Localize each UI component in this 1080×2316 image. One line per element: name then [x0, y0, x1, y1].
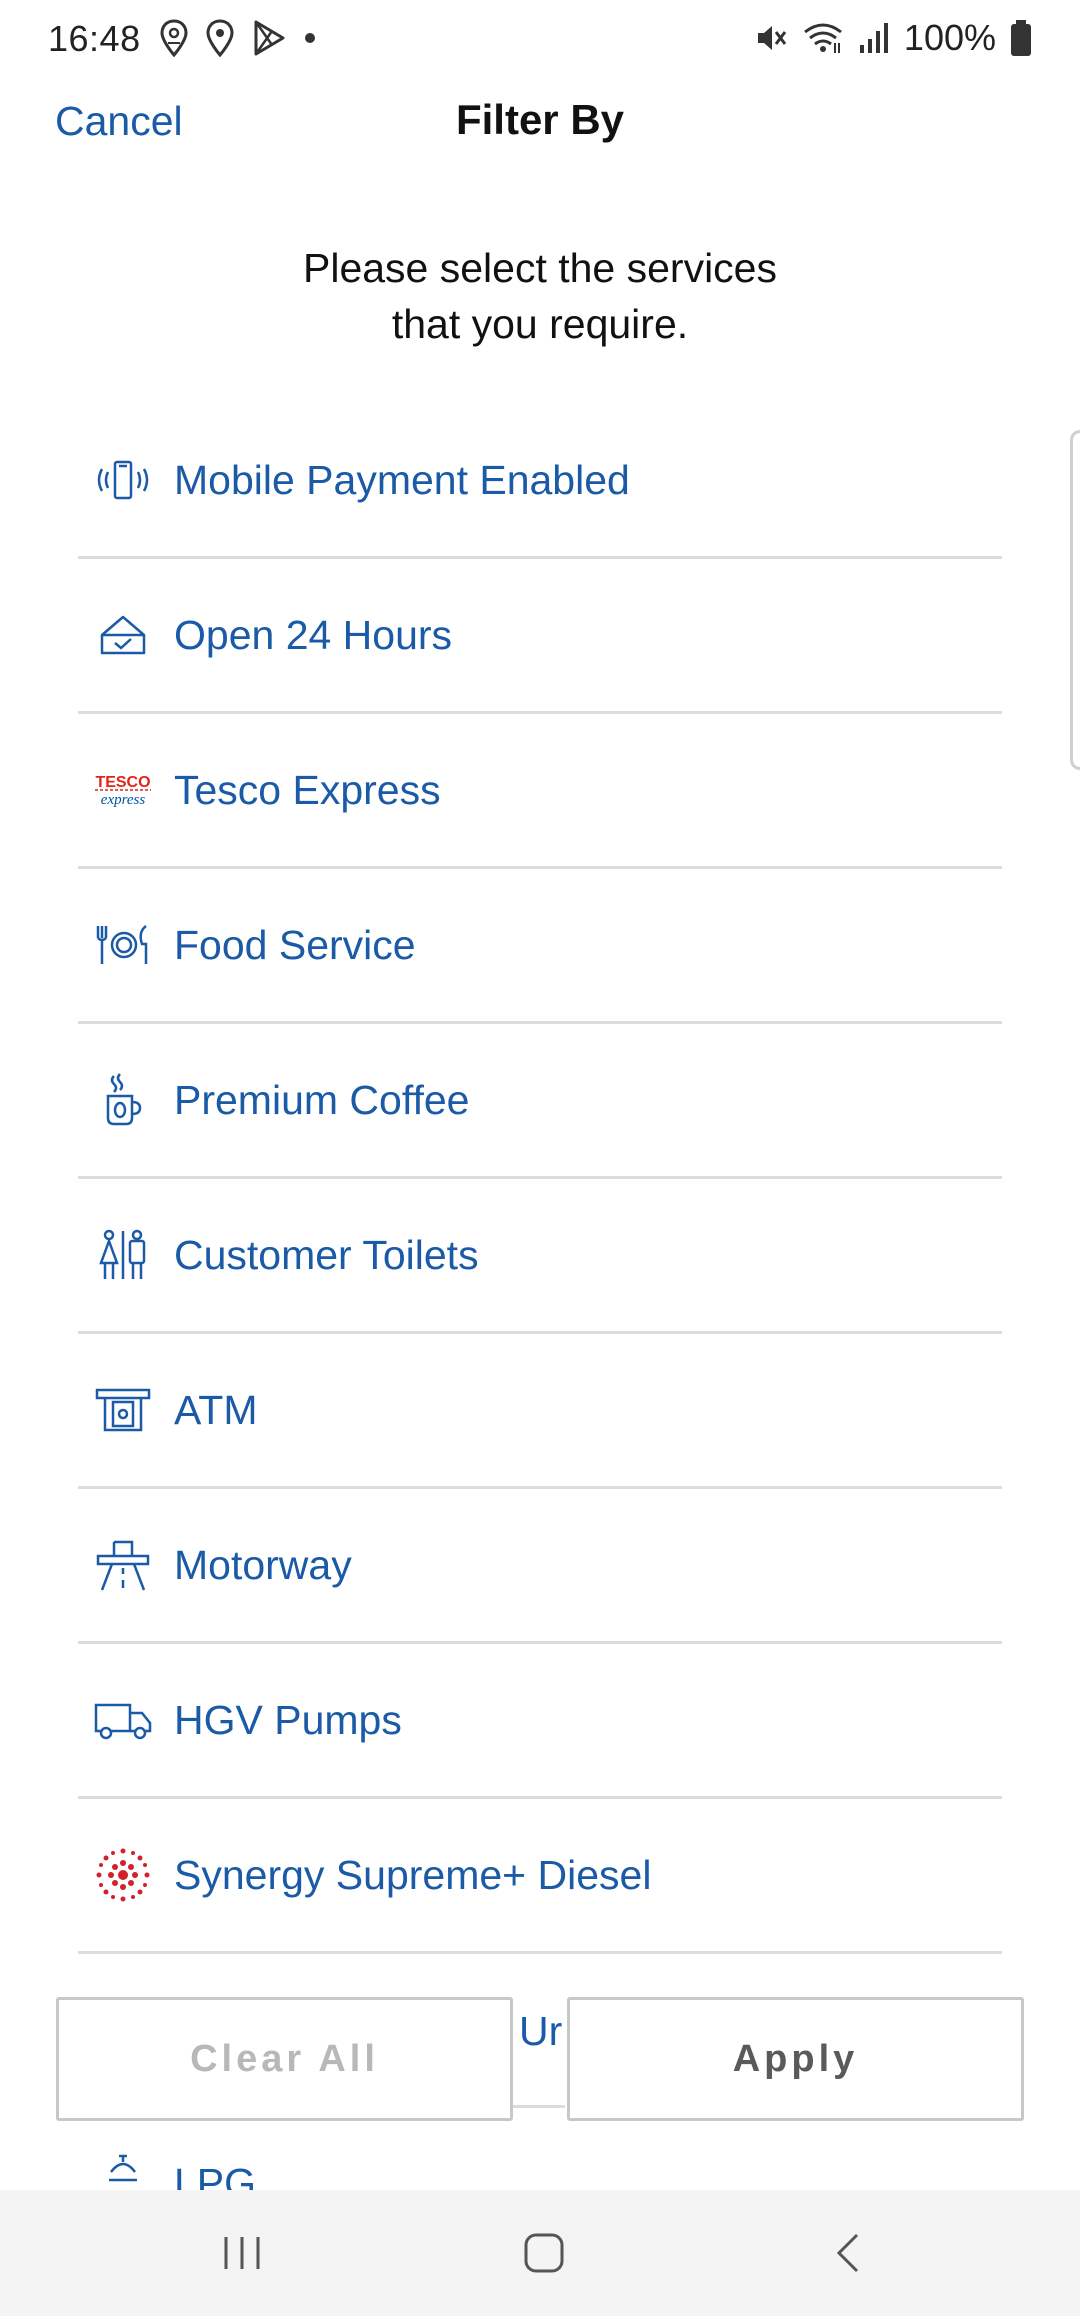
food-service-icon [90, 915, 156, 975]
filter-screen: 16:48 100% Cancel Filter By Please selec… [0, 0, 1080, 2316]
service-item-motorway[interactable]: Motorway [78, 1489, 1002, 1644]
service-label: LPG [174, 2160, 257, 2190]
clear-all-button[interactable]: Clear All [56, 1997, 513, 2121]
back-button[interactable] [808, 2220, 888, 2286]
service-label: Motorway [174, 1541, 352, 1588]
wifi-icon [804, 23, 842, 53]
service-item-open-24-hours[interactable]: Open 24 Hours [78, 559, 1002, 714]
system-nav-bar [0, 2190, 1080, 2316]
dot-icon [305, 33, 315, 43]
home-button[interactable] [504, 2220, 584, 2286]
service-item-premium-coffee[interactable]: Premium Coffee [78, 1024, 1002, 1179]
recent-apps-button[interactable] [202, 2220, 282, 2286]
open-24-hours-icon [90, 605, 156, 665]
status-bar: 16:48 100% [0, 0, 1080, 76]
apply-button[interactable]: Apply [567, 1997, 1024, 2121]
instructions-text: Please select the services that you requ… [200, 240, 880, 352]
truck-icon [90, 1690, 156, 1750]
service-item-lpg[interactable]: LPG [78, 2152, 478, 2190]
page-title: Filter By [455, 96, 625, 143]
service-item-synergy-supreme-diesel[interactable]: Synergy Supreme+ Diesel [78, 1799, 1002, 1954]
service-label: HGV Pumps [174, 1696, 402, 1743]
service-label: Tesco Express [174, 766, 441, 813]
scroll-indicator[interactable] [1070, 430, 1080, 770]
battery-percent: 100% [903, 17, 996, 58]
service-label: Food Service [174, 921, 416, 968]
home-icon [524, 2233, 564, 2273]
svg-text:TESCO: TESCO [95, 774, 150, 791]
service-list: Mobile Payment Enabled Open 24 Hours TES… [78, 404, 1002, 1954]
header: Cancel Filter By [0, 80, 1080, 170]
service-item-mobile-payment[interactable]: Mobile Payment Enabled [78, 404, 1002, 559]
coffee-icon [90, 1070, 156, 1130]
motorway-icon [90, 1535, 156, 1595]
toilets-icon [90, 1225, 156, 1285]
service-label: Premium Coffee [174, 1076, 470, 1123]
service-item-food-service[interactable]: Food Service [78, 869, 1002, 1024]
service-label: Open 24 Hours [174, 611, 453, 658]
location-pin-icon [206, 19, 234, 57]
mobile-payment-icon [90, 450, 156, 510]
service-label: Customer Toilets [174, 1231, 479, 1278]
back-icon [836, 2233, 859, 2273]
service-item-customer-toilets[interactable]: Customer Toilets [78, 1179, 1002, 1334]
partial-item-label: Ur [519, 2008, 563, 2054]
lpg-icon [90, 2152, 156, 2190]
service-label: Mobile Payment Enabled [174, 456, 630, 503]
status-right-icons: 100% [754, 16, 1032, 60]
service-item-hgv-pumps[interactable]: HGV Pumps [78, 1644, 1002, 1799]
service-item-atm[interactable]: ATM [78, 1334, 1002, 1489]
tesco-express-logo: TESCO express [90, 760, 156, 820]
status-left-icons [160, 18, 316, 58]
service-label: Synergy Supreme+ Diesel [174, 1851, 652, 1898]
synergy-icon [90, 1845, 156, 1905]
status-time: 16:48 [48, 18, 141, 59]
instructions-line-1: Please select the services [302, 245, 777, 291]
mute-icon [757, 26, 787, 50]
play-store-icon [254, 20, 285, 56]
service-item-tesco-express[interactable]: TESCO express Tesco Express [78, 714, 1002, 869]
location-pin-outline-icon [160, 19, 188, 57]
instructions-line-2: that you require. [391, 301, 689, 347]
signal-icon [859, 23, 888, 53]
divider [505, 2105, 565, 2108]
atm-icon [90, 1380, 156, 1440]
service-label: ATM [174, 1386, 258, 1433]
svg-text:express: express [101, 792, 146, 808]
recent-apps-icon [224, 2237, 260, 2269]
battery-icon [1011, 20, 1031, 56]
